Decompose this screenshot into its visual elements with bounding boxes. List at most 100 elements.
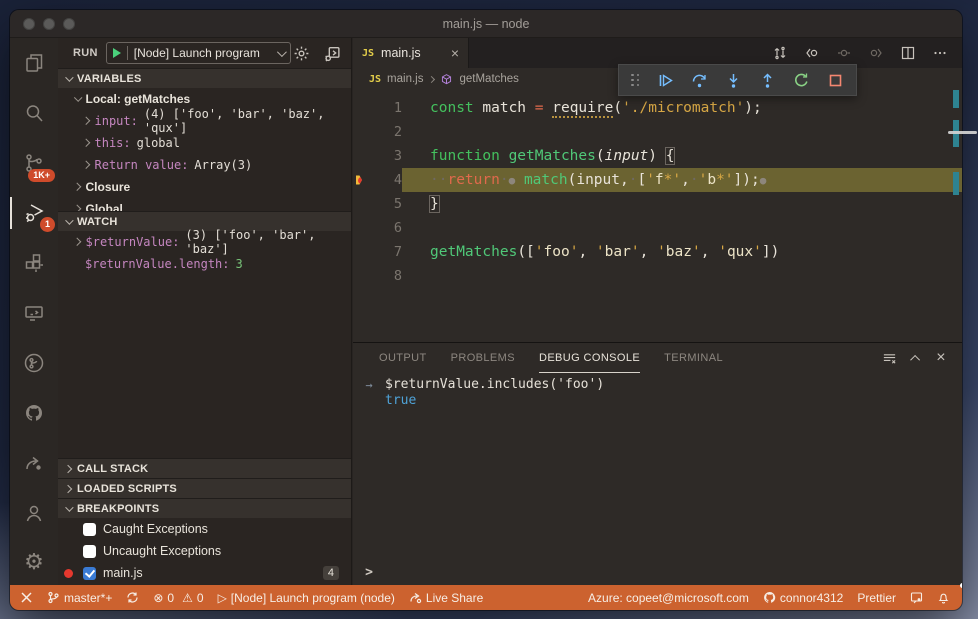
launch-config-dropdown[interactable]: [Node] Launch program — [105, 42, 291, 64]
code-line-4[interactable]: 4 ··return·● match(input,·['f*',·'b*']);● — [353, 168, 962, 192]
caught-exceptions-checkbox[interactable] — [83, 522, 96, 536]
variable-row-this[interactable]: this: global — [58, 132, 351, 154]
breakpoints-section-header[interactable]: BREAKPOINTS — [58, 498, 351, 518]
feedback-button[interactable] — [903, 585, 930, 610]
open-debug-console-icon[interactable] — [324, 45, 341, 62]
live-share-status[interactable]: Live Share — [402, 585, 490, 610]
remote-indicator[interactable] — [10, 585, 40, 610]
step-into-button[interactable] — [725, 72, 742, 89]
continue-button[interactable] — [657, 72, 674, 89]
more-actions-icon[interactable] — [932, 45, 948, 61]
sidebar-item-settings[interactable]: ⚙ — [10, 538, 58, 588]
split-editor-icon[interactable] — [900, 45, 916, 61]
code-line-1[interactable]: 1 const match = require('./micromatch'); — [353, 96, 962, 120]
open-changes-icon[interactable] — [772, 45, 788, 61]
sidebar-item-remote-explorer[interactable] — [10, 288, 58, 338]
step-forward-icon[interactable] — [868, 45, 884, 61]
debug-launch-status[interactable]: ▷ [Node] Launch program (node) — [211, 585, 402, 610]
sidebar-item-run-debug[interactable]: 1 — [10, 188, 58, 238]
breakpoint-uncaught-exceptions[interactable]: Uncaught Exceptions — [58, 540, 351, 562]
sidebar-item-search[interactable] — [10, 88, 58, 138]
breadcrumb-symbol[interactable]: getMatches — [459, 73, 518, 85]
code-text: } — [429, 195, 440, 213]
breakpoint-mainjs[interactable]: main.js 4 — [58, 562, 351, 584]
glyph-margin[interactable] — [353, 192, 362, 216]
sidebar-item-accounts[interactable] — [10, 488, 58, 538]
glyph-margin[interactable] — [353, 144, 362, 168]
code-line-6[interactable]: 6 — [353, 216, 962, 240]
close-panel-icon[interactable]: × — [936, 350, 946, 366]
tab-output[interactable]: OUTPUT — [379, 343, 427, 373]
zoom-window-button[interactable] — [63, 17, 75, 30]
clear-console-icon[interactable] — [882, 351, 897, 366]
glyph-margin[interactable] — [353, 216, 362, 240]
problems-status[interactable]: ⊗ 0 ⚠ 0 — [146, 585, 210, 610]
code-editor[interactable]: 1 const match = require('./micromatch'); 2… — [353, 90, 962, 342]
sidebar-item-github[interactable] — [10, 388, 58, 438]
start-debug-icon[interactable] — [112, 48, 121, 58]
js-file-icon: JS — [369, 73, 382, 85]
desktop: main.js — node 1K+ 1 ⚙ RUN [Node] Launch… — [0, 0, 978, 619]
code-line-2[interactable]: 2 — [353, 120, 962, 144]
glyph-margin[interactable] — [353, 168, 362, 192]
editor-group: JS main.js × JS main.js getMatches 1 con… — [353, 38, 962, 585]
step-over-button[interactable] — [691, 72, 708, 89]
glyph-margin[interactable] — [353, 264, 362, 288]
watch-row-returnvalue-length[interactable]: $returnValue.length: 3 — [58, 253, 351, 275]
glyph-margin[interactable] — [353, 240, 362, 264]
sidebar-item-live-share[interactable] — [10, 438, 58, 488]
code-line-3[interactable]: 3 function getMatches(input) { — [353, 144, 962, 168]
glyph-margin[interactable] — [353, 96, 362, 120]
step-back-icon[interactable] — [836, 45, 852, 61]
code-line-8[interactable]: 8 — [353, 264, 962, 288]
minimize-window-button[interactable] — [43, 17, 55, 30]
azure-account-status[interactable]: Azure: copeet@microsoft.com — [581, 585, 756, 610]
overview-ruler-mark — [953, 90, 959, 108]
tab-mainjs[interactable]: JS main.js × — [353, 38, 469, 68]
line-number: 5 — [393, 196, 402, 212]
step-out-button[interactable] — [759, 72, 776, 89]
breakpoint-caught-exceptions[interactable]: Caught Exceptions — [58, 518, 351, 540]
code-line-5[interactable]: 5} — [353, 192, 962, 216]
symbol-function-icon — [442, 73, 452, 84]
mainjs-breakpoint-checkbox[interactable] — [83, 566, 96, 580]
git-branch-status[interactable]: master*+ — [40, 585, 119, 610]
loaded-scripts-section-header[interactable]: LOADED SCRIPTS — [58, 478, 351, 498]
stop-button[interactable] — [827, 72, 844, 89]
debug-console-input[interactable]: > — [353, 563, 962, 582]
breadcrumb-file[interactable]: main.js — [387, 73, 423, 85]
tab-terminal[interactable]: TERMINAL — [664, 343, 723, 373]
sidebar-item-git-graph[interactable] — [10, 338, 58, 388]
toolbar-drag-handle[interactable] — [631, 73, 640, 87]
sidebar-item-explorer[interactable] — [10, 38, 58, 88]
prettier-status[interactable]: Prettier — [850, 585, 903, 610]
sync-status[interactable] — [119, 585, 146, 610]
loaded-scripts-header-label: LOADED SCRIPTS — [77, 482, 177, 495]
variable-row-input[interactable]: input: (4) ['foo', 'bar', 'baz', 'qux'] — [58, 107, 351, 135]
tab-problems[interactable]: PROBLEMS — [451, 343, 515, 373]
notifications-bell[interactable] — [930, 583, 962, 610]
watch-row-returnvalue[interactable]: $returnValue: (3) ['foo', 'bar', 'baz'] — [58, 228, 351, 256]
variables-section-header[interactable]: VARIABLES — [58, 68, 351, 88]
source-control-badge: 1K+ — [28, 169, 55, 182]
github-account-status[interactable]: connor4312 — [756, 585, 850, 610]
glyph-margin[interactable] — [353, 120, 362, 144]
chevron-down-icon — [65, 72, 74, 82]
configure-gear-icon[interactable] — [293, 45, 310, 62]
activity-bar: 1K+ 1 ⚙ — [10, 38, 58, 585]
tab-debug-console[interactable]: DEBUG CONSOLE — [538, 343, 641, 373]
scope-closure[interactable]: Closure — [58, 176, 351, 198]
code-line-7[interactable]: 7 getMatches(['foo', 'bar', 'baz', 'qux']… — [353, 240, 962, 264]
sidebar-item-extensions[interactable] — [10, 238, 58, 288]
overview-ruler-mark — [953, 172, 959, 195]
variable-row-return-value[interactable]: Return value: Array(3) — [58, 154, 351, 176]
maximize-panel-icon[interactable] — [910, 354, 921, 365]
scope-global[interactable]: Global — [58, 198, 351, 211]
uncaught-exceptions-checkbox[interactable] — [83, 544, 96, 558]
close-tab-icon[interactable]: × — [451, 46, 459, 60]
reverse-continue-icon[interactable] — [804, 45, 820, 61]
close-window-button[interactable] — [23, 17, 35, 30]
restart-button[interactable] — [793, 72, 810, 89]
call-stack-section-header[interactable]: CALL STACK — [58, 458, 351, 478]
sidebar-item-source-control[interactable]: 1K+ — [10, 138, 58, 188]
